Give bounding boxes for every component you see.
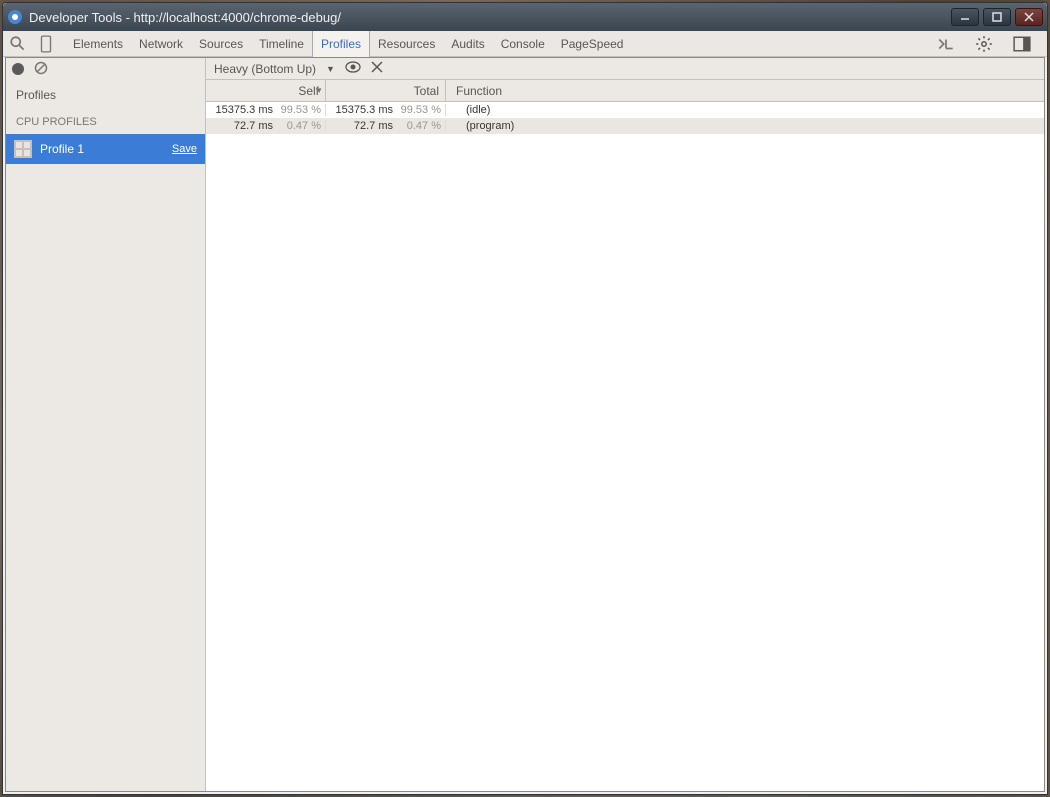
tab-network[interactable]: Network: [131, 31, 191, 57]
window-controls: [951, 8, 1043, 26]
panel-tabs: Elements Network Sources Timeline Profil…: [65, 31, 631, 57]
devtools-window: Developer Tools - http://localhost:4000/…: [2, 2, 1048, 795]
profile-icon: [14, 140, 32, 158]
tab-sources[interactable]: Sources: [191, 31, 251, 57]
profile-main: Heavy (Bottom Up) ▼ Self▼ Total Function…: [206, 58, 1044, 791]
clear-icon[interactable]: [34, 61, 48, 78]
main-toolbar: Elements Network Sources Timeline Profil…: [3, 31, 1047, 57]
table-header: Self▼ Total Function: [206, 80, 1044, 102]
minimize-button[interactable]: [951, 8, 979, 26]
column-total[interactable]: Total: [326, 80, 446, 101]
window-title: Developer Tools - http://localhost:4000/…: [29, 10, 951, 25]
view-mode-select[interactable]: Heavy (Bottom Up): [214, 62, 316, 76]
app-icon: [7, 9, 23, 25]
titlebar[interactable]: Developer Tools - http://localhost:4000/…: [3, 3, 1047, 31]
sidebar-toolbar: [6, 58, 205, 80]
function-name: (program): [446, 120, 1044, 132]
tab-resources[interactable]: Resources: [370, 31, 443, 57]
column-self[interactable]: Self▼: [206, 80, 326, 101]
tab-timeline[interactable]: Timeline: [251, 31, 312, 57]
close-button[interactable]: [1015, 8, 1043, 26]
profiles-label[interactable]: Profiles: [6, 80, 205, 110]
device-icon[interactable]: [37, 35, 55, 53]
tab-profiles[interactable]: Profiles: [312, 31, 370, 57]
toolbar-right: [937, 35, 1041, 53]
tab-pagespeed[interactable]: PageSpeed: [553, 31, 632, 57]
tab-console[interactable]: Console: [493, 31, 553, 57]
content-area: Profiles CPU PROFILES Profile 1 Save Hea…: [5, 57, 1045, 792]
maximize-button[interactable]: [983, 8, 1011, 26]
table-body[interactable]: 15375.3 ms99.53 % 15375.3 ms99.53 % (idl…: [206, 102, 1044, 791]
sidebar-item-profile-1[interactable]: Profile 1 Save: [6, 134, 205, 164]
table-row[interactable]: 72.7 ms0.47 % 72.7 ms0.47 % (program): [206, 118, 1044, 134]
profile-name: Profile 1: [40, 142, 84, 156]
column-function[interactable]: Function: [446, 80, 1044, 101]
drawer-icon[interactable]: [937, 35, 955, 53]
search-icon[interactable]: [9, 35, 27, 53]
close-icon[interactable]: [371, 61, 383, 76]
save-link[interactable]: Save: [172, 143, 197, 155]
sort-indicator-icon: ▼: [315, 80, 323, 102]
table-row[interactable]: 15375.3 ms99.53 % 15375.3 ms99.53 % (idl…: [206, 102, 1044, 118]
focus-icon[interactable]: [345, 61, 361, 76]
tab-audits[interactable]: Audits: [443, 31, 492, 57]
cpu-profiles-heading: CPU PROFILES: [6, 110, 205, 134]
profile-toolbar: Heavy (Bottom Up) ▼: [206, 58, 1044, 80]
chevron-down-icon[interactable]: ▼: [326, 64, 335, 74]
tab-elements[interactable]: Elements: [65, 31, 131, 57]
function-name: (idle): [446, 104, 1044, 116]
gear-icon[interactable]: [975, 35, 993, 53]
dock-icon[interactable]: [1013, 35, 1031, 53]
profiles-sidebar: Profiles CPU PROFILES Profile 1 Save: [6, 58, 206, 791]
record-button[interactable]: [12, 63, 24, 75]
